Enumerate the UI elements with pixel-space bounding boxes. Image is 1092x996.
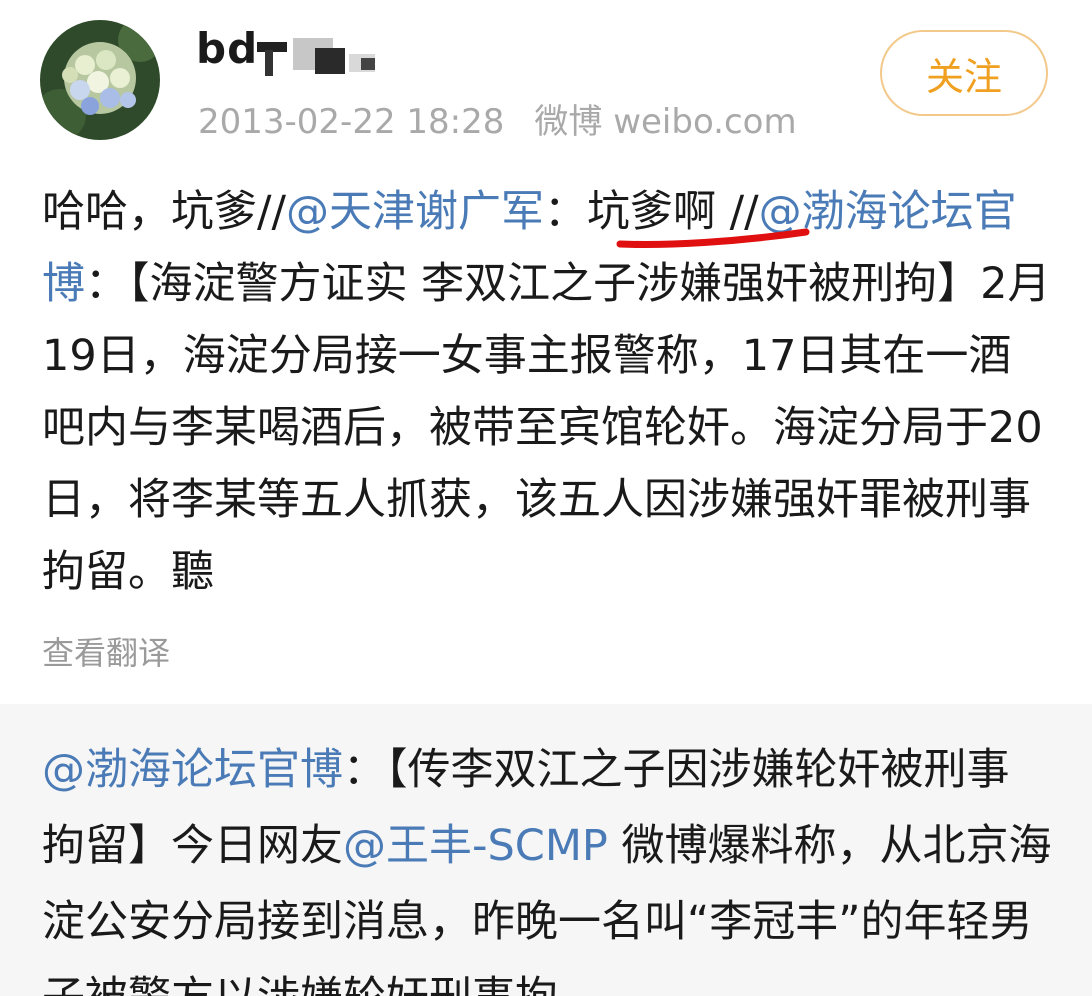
mention-link[interactable]: @天津谢广军 [286,187,544,237]
username-redaction [257,38,375,76]
quoted-post-body: @渤海论坛官博：【传李双江之子因涉嫌轮奸被刑事拘留】今日网友@王丰-SCMP 微… [42,732,1052,996]
post-text-segment: ：【海淀警方证实 李双江之子涉嫌强奸被刑拘】2月19日，海淀分局接一女事主报警称… [42,259,1051,597]
post-body: 哈哈，坑爹//@天津谢广军：坑爹啊 //@渤海论坛官博：【海淀警方证实 李双江之… [42,176,1052,608]
hydrangea-avatar-icon [40,20,160,140]
post-text-segment: 哈哈，坑爹// [42,187,286,237]
post-meta: 2013-02-22 18:28 微博 weibo.com [198,94,797,143]
follow-button[interactable]: 关注 [880,30,1048,116]
post-timestamp: 2013-02-22 18:28 [198,102,505,142]
mention-link[interactable]: @王丰-SCMP [343,821,608,871]
weibo-post-page: bd 2013-02-22 18:28 微博 weibo.com 关注 哈哈，坑爹… [0,0,1092,996]
post-text-segment: ： [543,187,587,237]
post-header: bd 2013-02-22 18:28 微博 weibo.com 关注 [0,0,1092,150]
red-underline-annotation [616,228,810,248]
post-source: 微博 weibo.com [534,102,797,142]
username[interactable]: bd [196,24,258,73]
mention-link[interactable]: @渤海论坛官博 [42,745,343,795]
avatar[interactable] [40,20,160,140]
translate-link[interactable]: 查看翻译 [42,628,170,674]
